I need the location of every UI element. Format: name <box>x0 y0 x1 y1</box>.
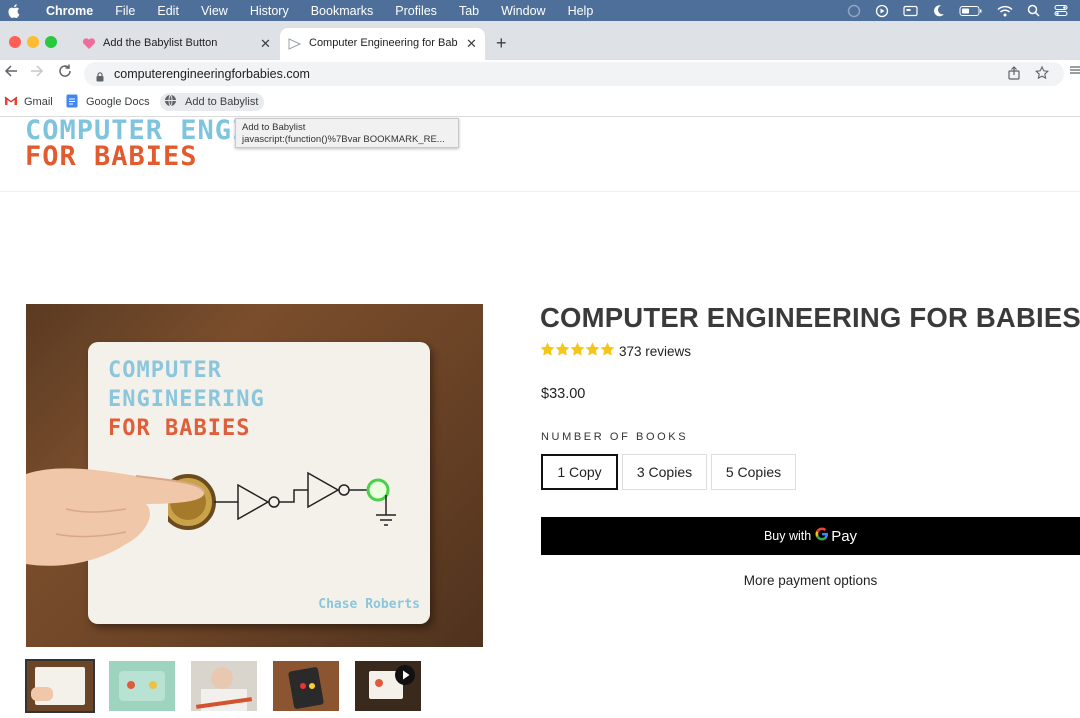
search-icon[interactable] <box>1027 4 1040 17</box>
option-3-copies[interactable]: 3 Copies <box>622 454 707 490</box>
more-payment-options-link[interactable]: More payment options <box>541 573 1080 588</box>
menu-lines-icon[interactable] <box>1070 64 1080 79</box>
tooltip-url: javascript:(function()%7Bvar BOOKMARK_RE… <box>242 134 445 145</box>
bookmark-tooltip: Add to Babylist javascript:(function()%7… <box>235 118 459 148</box>
thumbnail-3[interactable] <box>191 661 257 711</box>
battery-icon[interactable] <box>959 5 983 17</box>
control-center-icon[interactable] <box>1054 4 1068 17</box>
address-bar[interactable]: computerengineeringforbabies.com <box>84 62 1064 86</box>
tab-computer-engineering[interactable]: Computer Engineering for Bab ✕ <box>280 28 485 60</box>
wifi-icon[interactable] <box>997 5 1013 17</box>
zoom-window-button[interactable] <box>45 36 57 48</box>
pay-label: Pay <box>831 527 858 545</box>
baby-hand-image <box>26 468 205 566</box>
menu-edit[interactable]: Edit <box>157 4 179 18</box>
header-divider <box>0 191 1080 192</box>
logo-line-2: FOR BABIES <box>25 141 198 172</box>
bookmark-star-icon[interactable] <box>1034 65 1050 83</box>
product-main-image[interactable]: COMPUTER ENGINEERING FOR BABIES Chase Ro… <box>26 304 483 647</box>
bookmark-add-to-babylist[interactable]: Add to Babylist <box>160 93 265 111</box>
cover-line-1: COMPUTER <box>108 358 222 383</box>
bookmarks-bar: Gmail Google Docs Add to Babylist <box>0 88 1080 117</box>
loading-spinner-icon[interactable] <box>847 4 861 18</box>
macos-menu-bar: Chrome File Edit View History Bookmarks … <box>0 0 1080 21</box>
google-g-icon <box>815 527 829 545</box>
menu-view[interactable]: View <box>201 4 228 18</box>
buy-with-label: Buy with <box>763 529 812 543</box>
bookmark-google-docs[interactable]: Google Docs <box>66 93 150 111</box>
gmail-icon <box>4 95 18 109</box>
menu-history[interactable]: History <box>250 4 289 18</box>
cover-line-2: ENGINEERING <box>108 387 265 412</box>
thumbnail-2[interactable] <box>109 661 175 711</box>
tooltip-title: Add to Babylist <box>242 122 306 133</box>
product-title: COMPUTER ENGINEERING FOR BABIES <box>540 302 1080 333</box>
book-cover-title: COMPUTER ENGINEERING FOR BABIES <box>108 356 265 443</box>
menu-window[interactable]: Window <box>501 4 545 18</box>
close-tab-icon[interactable]: ✕ <box>466 36 477 52</box>
option-5-copies[interactable]: 5 Copies <box>711 454 796 490</box>
menu-profiles[interactable]: Profiles <box>395 4 437 18</box>
thumbnail-1[interactable] <box>27 661 93 711</box>
google-pay-button[interactable]: Buy with Pay <box>541 517 1080 555</box>
thumbnail-video[interactable] <box>355 661 421 711</box>
rating[interactable]: 373 reviews <box>540 342 691 361</box>
option-label: NUMBER OF BOOKS <box>541 431 689 443</box>
reload-icon[interactable] <box>58 64 72 82</box>
star-icon <box>555 342 570 361</box>
site-logo[interactable]: COMPUTER ENGI FOR BABIES <box>25 117 249 172</box>
review-count[interactable]: 373 reviews <box>619 344 691 359</box>
option-1-copy[interactable]: 1 Copy <box>541 454 618 490</box>
star-icon <box>600 342 615 361</box>
new-tab-button[interactable]: + <box>496 33 507 54</box>
bookmark-label: Add to Babylist <box>185 96 259 108</box>
star-icon <box>570 342 585 361</box>
play-circle-icon[interactable] <box>875 4 889 18</box>
url-text: computerengineeringforbabies.com <box>114 67 310 81</box>
browser-toolbar: computerengineeringforbabies.com <box>0 60 1080 88</box>
close-tab-icon[interactable]: ✕ <box>260 36 271 52</box>
heart-icon <box>82 37 96 53</box>
menu-bookmarks[interactable]: Bookmarks <box>311 4 374 18</box>
bookmark-label: Gmail <box>24 96 53 108</box>
tab-title: Add the Babylist Button <box>103 37 218 49</box>
google-docs-icon <box>66 94 78 111</box>
cover-author: Chase Roberts <box>318 597 420 612</box>
moon-icon[interactable] <box>932 4 945 17</box>
lock-icon[interactable] <box>96 69 104 82</box>
minimize-window-button[interactable] <box>27 36 39 48</box>
star-icon <box>540 342 555 361</box>
back-arrow-icon[interactable] <box>4 64 18 82</box>
status-area <box>847 0 1068 21</box>
thumbnail-4[interactable] <box>273 661 339 711</box>
star-icon <box>585 342 600 361</box>
apple-icon[interactable] <box>8 3 24 18</box>
share-icon[interactable] <box>1008 66 1020 83</box>
menu-file[interactable]: File <box>115 4 135 18</box>
cover-line-3: FOR BABIES <box>108 416 251 441</box>
menu-app-name[interactable]: Chrome <box>46 4 93 18</box>
product-price: $33.00 <box>541 386 586 402</box>
bookmark-gmail[interactable]: Gmail <box>4 93 53 111</box>
play-icon[interactable] <box>395 665 415 685</box>
tab-add-babylist-button[interactable]: Add the Babylist Button ✕ <box>76 28 276 60</box>
forward-arrow-icon[interactable] <box>30 64 44 82</box>
bookmark-label: Google Docs <box>86 96 150 108</box>
close-window-button[interactable] <box>9 36 21 48</box>
screen-icon[interactable] <box>903 5 918 17</box>
menu-tab[interactable]: Tab <box>459 4 479 18</box>
loading-play-icon <box>288 38 302 53</box>
globe-icon <box>164 94 177 110</box>
tab-title: Computer Engineering for Bab <box>309 37 458 49</box>
menu-help[interactable]: Help <box>568 4 594 18</box>
tab-strip: Add the Babylist Button ✕ Computer Engin… <box>0 21 1080 60</box>
